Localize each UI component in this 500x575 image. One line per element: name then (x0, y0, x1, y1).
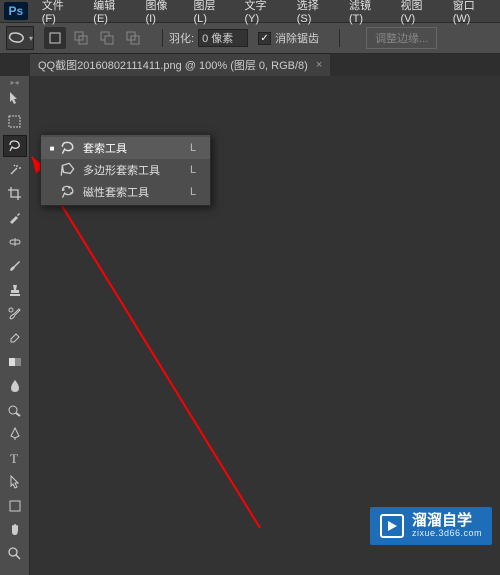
watermark: 溜溜自学 zixue.3d66.com (370, 507, 492, 545)
document-tab-title: QQ截图20160802111411.png @ 100% (图层 0, RGB… (38, 57, 308, 73)
flyout-label: 套索工具 (83, 140, 160, 156)
check-icon: ✓ (258, 32, 271, 45)
selection-new-icon[interactable] (44, 27, 66, 49)
crop-tool[interactable] (3, 183, 27, 205)
type-tool[interactable]: T (3, 447, 27, 469)
menu-layer[interactable]: 图层(L) (186, 0, 237, 28)
gradient-tool[interactable] (3, 351, 27, 373)
brush-tool[interactable] (3, 255, 27, 277)
play-icon (380, 514, 404, 538)
flyout-shortcut: L (190, 142, 196, 154)
current-tool-preset[interactable]: ▾ (6, 26, 34, 50)
menu-type[interactable]: 文字(Y) (237, 0, 289, 28)
zoom-tool[interactable] (3, 543, 27, 565)
selection-add-icon[interactable] (70, 27, 92, 49)
document-tab[interactable]: QQ截图20160802111411.png @ 100% (图层 0, RGB… (30, 53, 330, 76)
dodge-tool[interactable] (3, 399, 27, 421)
polygonal-lasso-icon (59, 162, 77, 178)
chevron-down-icon: ▾ (29, 34, 33, 43)
menu-view[interactable]: 视图(V) (393, 0, 445, 28)
stamp-tool[interactable] (3, 279, 27, 301)
refine-edge-button[interactable]: 调整边缘... (366, 27, 437, 49)
eyedropper-tool[interactable] (3, 207, 27, 229)
antialias-checkbox[interactable]: ✓ 消除锯齿 (258, 30, 319, 46)
lasso-icon (59, 140, 77, 156)
panel-handle-icon[interactable]: ▸◂ (0, 78, 29, 86)
flyout-lasso[interactable]: ■ 套索工具 L (41, 137, 210, 159)
active-dot-icon: ■ (47, 144, 57, 153)
shape-tool[interactable] (3, 495, 27, 517)
flyout-shortcut: L (190, 164, 196, 176)
marquee-tool[interactable] (3, 111, 27, 133)
flyout-shortcut: L (190, 186, 196, 198)
healing-tool[interactable] (3, 231, 27, 253)
flyout-polygonal-lasso[interactable]: 多边形套索工具 L (41, 159, 210, 181)
selection-intersect-icon[interactable] (122, 27, 144, 49)
menu-window[interactable]: 窗口(W) (445, 0, 500, 28)
menu-edit[interactable]: 编辑(E) (85, 0, 137, 28)
magnetic-lasso-icon (59, 184, 77, 200)
history-brush-tool[interactable] (3, 303, 27, 325)
tools-panel: ▸◂ T (0, 76, 30, 575)
svg-text:T: T (10, 451, 18, 466)
menu-image[interactable]: 图像(I) (138, 0, 186, 28)
pen-tool[interactable] (3, 423, 27, 445)
feather-label: 羽化: (169, 30, 194, 46)
app-logo: Ps (4, 2, 28, 20)
blur-tool[interactable] (3, 375, 27, 397)
lasso-flyout-menu: ■ 套索工具 L 多边形套索工具 L 磁性套索工具 L (40, 134, 211, 206)
move-tool[interactable] (3, 87, 27, 109)
close-icon[interactable]: × (316, 59, 322, 71)
magic-wand-tool[interactable] (3, 159, 27, 181)
hand-tool[interactable] (3, 519, 27, 541)
feather-input[interactable] (198, 29, 248, 47)
flyout-label: 磁性套索工具 (83, 184, 160, 200)
antialias-label: 消除锯齿 (275, 30, 319, 46)
flyout-label: 多边形套索工具 (83, 162, 160, 178)
lasso-tool[interactable] (3, 135, 27, 157)
menu-select[interactable]: 选择(S) (289, 0, 341, 28)
flyout-magnetic-lasso[interactable]: 磁性套索工具 L (41, 181, 210, 203)
menu-filter[interactable]: 滤镜(T) (341, 0, 393, 28)
selection-subtract-icon[interactable] (96, 27, 118, 49)
menu-bar: Ps 文件(F) 编辑(E) 图像(I) 图层(L) 文字(Y) 选择(S) 滤… (0, 0, 500, 22)
watermark-url: zixue.3d66.com (412, 529, 482, 539)
document-tabs: QQ截图20160802111411.png @ 100% (图层 0, RGB… (0, 54, 500, 76)
eraser-tool[interactable] (3, 327, 27, 349)
watermark-title: 溜溜自学 (412, 513, 482, 530)
path-selection-tool[interactable] (3, 471, 27, 493)
menu-file[interactable]: 文件(F) (34, 0, 86, 28)
